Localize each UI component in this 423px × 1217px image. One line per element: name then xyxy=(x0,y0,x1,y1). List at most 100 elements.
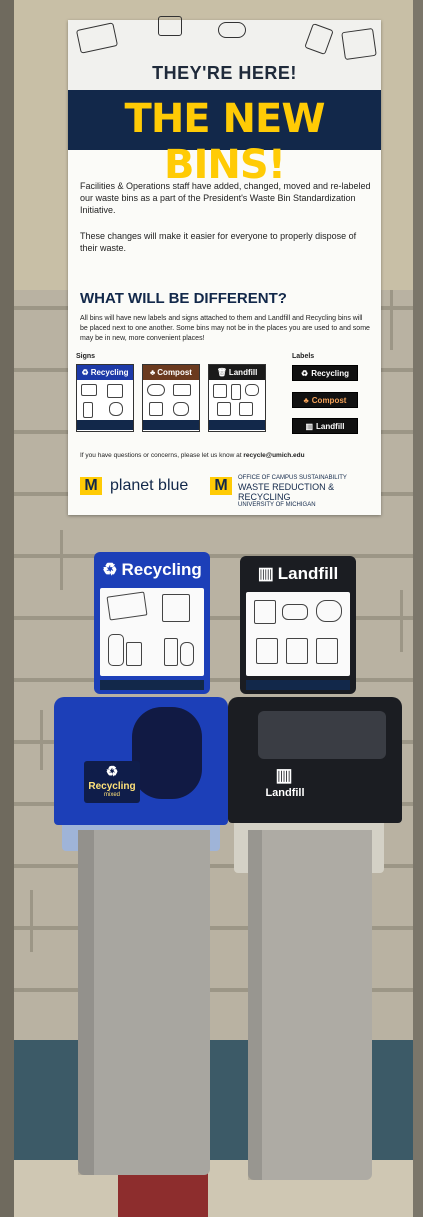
pictogram xyxy=(282,604,308,620)
label-tag-text: Compost xyxy=(311,395,347,405)
pictogram xyxy=(316,600,342,622)
label-tag-landfill: ▥ Landfill xyxy=(292,418,358,434)
mortar-line xyxy=(400,590,403,652)
label-tag-compost: ♣ Compost xyxy=(292,392,358,408)
bin-shadow xyxy=(248,830,262,1180)
label-tag-text: Recycling xyxy=(311,368,349,378)
recycling-bin-body xyxy=(78,830,210,1175)
poster-paragraph: These changes will make it easier for ev… xyxy=(80,231,357,253)
signboard-title-text: Landfill xyxy=(277,564,339,583)
poster-paragraph: All bins will have new labels and signs … xyxy=(80,315,370,342)
poster-paragraph: Facilities & Operations staff have added… xyxy=(80,181,371,215)
wall-edge-right xyxy=(413,0,423,1217)
signboard-pictograms xyxy=(100,588,204,676)
sign-card-landfill: 🗑 Landfill xyxy=(208,364,266,432)
pictogram xyxy=(256,638,278,664)
recycle-icon: ♻ xyxy=(301,368,309,378)
recycling-lid-label: Recycling xyxy=(88,781,136,792)
pictogram xyxy=(149,402,163,416)
recycling-lid-sublabel: mixed xyxy=(103,792,120,798)
sign-card-recycling: ♻ Recycling xyxy=(76,364,134,432)
recycling-signboard-title: ♻ Recycling xyxy=(94,560,210,580)
recycle-icon: ♻ xyxy=(105,763,119,779)
sign-card-title: Landfill xyxy=(228,368,258,377)
landfill-lid: ▥ Landfill xyxy=(228,697,402,823)
sign-card-compost: ♣ Compost xyxy=(142,364,200,432)
pictogram xyxy=(126,642,142,666)
pictogram xyxy=(245,384,259,396)
landfill-signboard: ▥ Landfill xyxy=(240,556,356,694)
pictogram xyxy=(106,591,148,621)
sign-card-pictograms xyxy=(209,380,265,420)
trash-can-icon: ▥ xyxy=(275,765,293,785)
pictogram xyxy=(164,638,178,666)
pictogram xyxy=(231,384,241,400)
sign-card-footer xyxy=(209,420,265,430)
recycle-icon: ♻ xyxy=(81,368,89,377)
pictogram xyxy=(81,384,97,396)
signboard-title-text: Recycling xyxy=(121,560,202,579)
pictogram xyxy=(107,384,123,398)
pictogram xyxy=(316,638,338,664)
recycling-signboard: ♻ Recycling xyxy=(94,552,210,694)
pictogram xyxy=(83,402,93,418)
poster-subhead: WHAT WILL BE DIFFERENT? xyxy=(80,290,287,307)
pictogram xyxy=(173,384,191,396)
mortar-line xyxy=(40,710,43,770)
apple-core-icon: ♣ xyxy=(303,395,309,405)
decorative-sketch xyxy=(218,22,246,38)
landfill-opening xyxy=(258,711,386,759)
sign-card-footer xyxy=(77,420,133,430)
sign-card-title: Recycling xyxy=(90,368,129,377)
signboard-footer xyxy=(100,680,204,690)
signboard-footer xyxy=(246,680,350,690)
lid-label-plate: ♻ Recycling mixed xyxy=(84,761,140,803)
pictogram xyxy=(147,384,165,396)
decorative-sketch xyxy=(341,27,377,61)
decorative-sketch xyxy=(304,23,334,55)
landfill-lid-label: Landfill xyxy=(265,787,305,799)
wr-logo-big: WASTE REDUCTION & RECYCLING xyxy=(238,482,335,502)
contact-line: If you have questions or concerns, pleas… xyxy=(80,452,372,459)
signboard-pictograms xyxy=(246,592,350,676)
signs-heading: Signs xyxy=(76,353,96,360)
sign-card-header: ♣ Compost xyxy=(143,365,199,380)
recycling-lid: ♻ Recycling mixed xyxy=(54,697,228,825)
apple-core-icon: ♣ xyxy=(150,368,156,377)
label-tag-recycling: ♻ Recycling xyxy=(292,365,358,381)
wall-edge-left xyxy=(0,0,14,1217)
pictogram xyxy=(109,402,123,416)
recycling-slot xyxy=(132,707,202,799)
mortar-line xyxy=(60,530,63,590)
sign-card-header: ♻ Recycling xyxy=(77,365,133,380)
pictogram xyxy=(173,402,189,416)
umich-m-logo: M xyxy=(80,477,102,495)
contact-prefix: If you have questions or concerns, pleas… xyxy=(80,452,242,459)
pictogram xyxy=(217,402,231,416)
decorative-sketch xyxy=(158,16,182,36)
sign-card-header: 🗑 Landfill xyxy=(209,365,265,380)
umich-m-logo: M xyxy=(210,477,232,495)
decorative-sketch xyxy=(75,22,119,54)
label-tag-text: Landfill xyxy=(316,421,345,431)
trash-can-icon: ▥ xyxy=(305,421,314,431)
wr-logo-sub: UNIVERSITY OF MICHIGAN xyxy=(238,502,316,508)
pictogram xyxy=(180,642,194,666)
landfill-signboard-title: ▥ Landfill xyxy=(240,564,356,584)
recycle-icon: ♻ xyxy=(102,560,118,579)
mortar-line xyxy=(390,290,393,350)
trash-can-icon: 🗑 xyxy=(216,368,227,377)
bin-shadow xyxy=(78,830,94,1175)
pictogram xyxy=(108,634,124,666)
poster-headline: THE NEW BINS! xyxy=(124,96,326,188)
poster-kicker: THEY'RE HERE! xyxy=(152,63,297,83)
contact-email: recycle@umich.edu xyxy=(243,452,305,459)
labels-heading: Labels xyxy=(292,353,315,360)
sign-card-footer xyxy=(143,420,199,430)
mortar-line xyxy=(30,890,33,952)
sign-card-pictograms xyxy=(77,380,133,420)
poster-banner: THE NEW BINS! xyxy=(68,90,381,188)
sign-card-pictograms xyxy=(143,380,199,420)
poster-logos: M planet blue M OFFICE OF CAMPUS SUSTAIN… xyxy=(80,475,372,508)
landfill-bin-body xyxy=(248,830,372,1180)
